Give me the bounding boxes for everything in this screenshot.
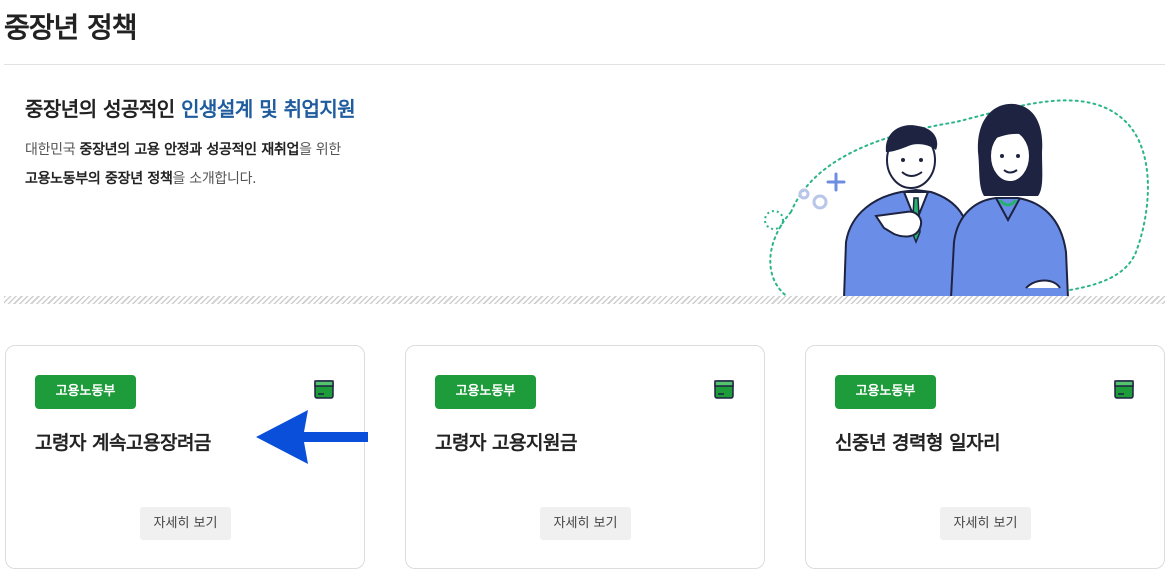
hero-description: 대한민국 중장년의 고용 안정과 성공적인 재취업을 위한 고용노동부의 중장년… [25,136,341,194]
hero-bottom-divider [4,296,1165,304]
ministry-badge: 고용노동부 [35,375,136,409]
policy-card[interactable]: 고용노동부 고령자 고용지원금 자세히 보기 [405,345,765,569]
ministry-badge: 고용노동부 [835,375,936,409]
hero-heading-accent: 인생설계 및 취업지원 [181,97,356,121]
policy-title: 고령자 계속고용장려금 [35,432,211,454]
hero-desc-text: 대한민국 [25,142,80,158]
hero-heading-plain: 중장년의 성공적인 [25,97,182,121]
green-folder-icon [714,380,734,399]
hero-banner: 중장년의 성공적인 인생설계 및 취업지원 대한민국 중장년의 고용 안정과 성… [4,66,1165,298]
details-button[interactable]: 자세히 보기 [140,507,231,540]
green-folder-icon [1114,380,1134,399]
hero-desc-text: 을 소개합니다. [172,171,257,187]
details-button[interactable]: 자세히 보기 [540,507,631,540]
page-title: 중장년 정책 [4,11,138,44]
left-arrow-icon [256,410,368,464]
business-people-illustration [764,99,1149,298]
hero-desc-text: 을 위한 [299,142,341,158]
hero-heading: 중장년의 성공적인 인생설계 및 취업지원 [25,93,356,122]
ministry-badge: 고용노동부 [435,375,536,409]
details-button[interactable]: 자세히 보기 [940,507,1031,540]
title-divider [4,64,1165,65]
policy-title: 신중년 경력형 일자리 [835,432,1001,454]
hero-desc-bold: 중장년의 고용 안정과 성공적인 재취업 [79,142,300,158]
hero-desc-bold: 고용노동부의 중장년 정책 [25,171,173,187]
policy-card[interactable]: 고용노동부 신중년 경력형 일자리 자세히 보기 [805,345,1165,569]
green-folder-icon [314,380,334,399]
policy-title: 고령자 고용지원금 [435,432,577,454]
